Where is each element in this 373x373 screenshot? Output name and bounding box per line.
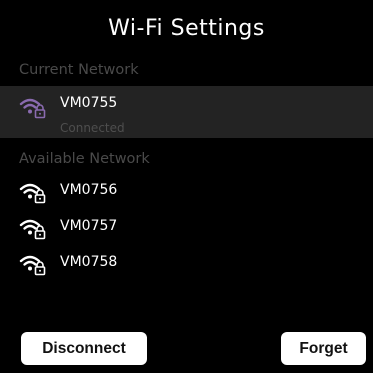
current-network-name: VM0755 — [60, 95, 118, 111]
wifi-lock-icon — [19, 219, 46, 240]
network-item-vm0757[interactable]: VM0757 — [0, 212, 373, 244]
network-name: VM0758 — [60, 254, 118, 270]
available-network-label: Available Network — [19, 151, 150, 167]
page-title: Wi-Fi Settings — [108, 16, 265, 41]
network-item-vm0758[interactable]: VM0758 — [0, 248, 373, 280]
wifi-lock-icon — [19, 183, 46, 204]
forget-button[interactable]: Forget — [281, 332, 366, 365]
connection-status: Connected — [60, 121, 125, 135]
wifi-lock-icon — [19, 98, 46, 119]
disconnect-button[interactable]: Disconnect — [21, 332, 147, 365]
network-name: VM0756 — [60, 182, 118, 198]
network-name: VM0757 — [60, 218, 118, 234]
wifi-settings-screen: Wi-Fi Settings Current Network VM0755 Co… — [0, 0, 373, 373]
current-network-row[interactable]: VM0755 Connected — [0, 86, 373, 138]
current-network-label: Current Network — [19, 62, 139, 78]
network-item-vm0756[interactable]: VM0756 — [0, 176, 373, 208]
wifi-lock-icon — [19, 255, 46, 276]
